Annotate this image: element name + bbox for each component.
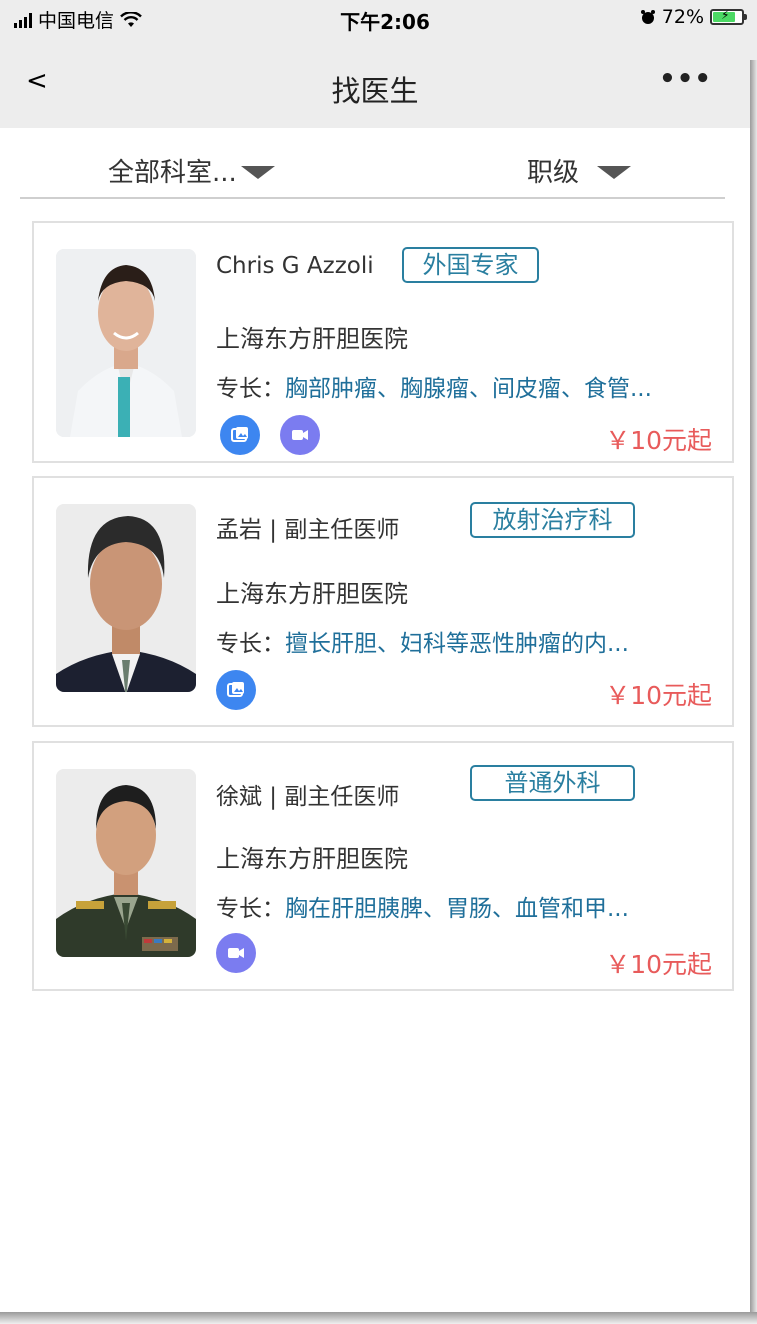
dropdown-triangle-icon [240,166,275,179]
more-menu-button[interactable]: ••• [659,64,712,94]
department-tag: 放射治疗科 [470,502,635,538]
battery-icon: ⚡ [710,8,747,25]
department-filter-label: 全部科室... [108,158,237,188]
department-tag: 普通外科 [470,765,635,801]
price-label: ￥10元起 [605,426,712,455]
status-time: 下午2:06 [340,10,430,34]
phone-screen: 中国电信 下午2:06 72% ⚡ < 找医生 ••• 全部科室... 职级 C… [0,0,750,1312]
level-filter[interactable]: 职级 [527,152,632,189]
specialty: 专长：胸部肿瘤、胸腺瘤、间皮瘤、食管... [216,369,652,403]
specialty: 专长：胸在肝胆胰脾、胃肠、血管和甲... [216,889,629,923]
service-icons [220,415,320,455]
dropdown-triangle-icon [597,166,632,179]
doctor-photo [56,249,196,437]
image-consult-icon[interactable] [216,670,256,710]
doctor-card[interactable]: 孟岩 | 副主任医师 放射治疗科 上海东方肝胆医院 专长：擅长肝胆、妇科等恶性肿… [32,476,734,727]
hospital-name: 上海东方肝胆医院 [216,325,408,353]
filter-bar: 全部科室... 职级 [20,128,725,199]
doctor-card[interactable]: Chris G Azzoli 外国专家 上海东方肝胆医院 专长：胸部肿瘤、胸腺瘤… [32,221,734,463]
nav-bar: < 找医生 ••• [0,40,750,128]
service-icons [216,670,256,710]
specialty-label: 专长： [216,896,285,922]
specialty-label: 专长： [216,631,285,657]
image-consult-icon[interactable] [220,415,260,455]
specialty-value: 胸在肝胆胰脾、胃肠、血管和甲... [285,896,629,922]
doctor-card[interactable]: 徐斌 | 副主任医师 普通外科 上海东方肝胆医院 专长：胸在肝胆胰脾、胃肠、血管… [32,741,734,991]
video-consult-icon[interactable] [280,415,320,455]
doctor-name: 徐斌 | 副主任医师 [216,784,400,810]
price-label: ￥10元起 [605,950,712,979]
specialty-value: 擅长肝胆、妇科等恶性肿瘤的内... [285,631,629,657]
status-bar: 中国电信 下午2:06 72% ⚡ [0,0,750,40]
doctor-name: 孟岩 | 副主任医师 [216,517,400,543]
alarm-icon [640,10,655,24]
battery-percent: 72% [661,6,704,28]
department-filter[interactable]: 全部科室... [108,152,275,189]
specialty: 专长：擅长肝胆、妇科等恶性肿瘤的内... [216,624,629,658]
doctor-name: Chris G Azzoli [216,253,374,279]
specialty-value: 胸部肿瘤、胸腺瘤、间皮瘤、食管... [285,376,652,402]
price-label: ￥10元起 [605,681,712,710]
doctor-photo [56,504,196,692]
department-tag: 外国专家 [402,247,539,283]
doctor-photo [56,769,196,957]
specialty-label: 专长： [216,376,285,402]
service-icons [216,933,256,973]
video-consult-icon[interactable] [216,933,256,973]
level-filter-label: 职级 [527,158,580,188]
hospital-name: 上海东方肝胆医院 [216,580,408,608]
page-title: 找医生 [331,74,419,108]
hospital-name: 上海东方肝胆医院 [216,845,408,873]
